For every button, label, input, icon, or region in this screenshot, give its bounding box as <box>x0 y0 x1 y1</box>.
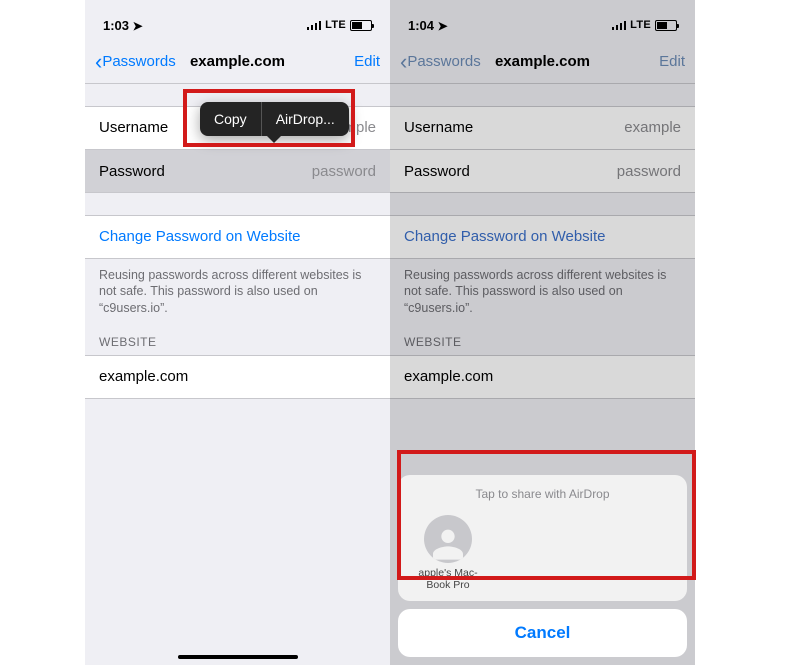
status-time-text: 1:04 <box>408 18 434 33</box>
back-label: Passwords <box>407 53 480 70</box>
airdrop-card: Tap to share with AirDrop apple's Mac-Bo… <box>398 475 687 601</box>
home-indicator[interactable] <box>178 655 298 659</box>
network-label: LTE <box>630 19 651 31</box>
row-value: password <box>617 163 681 180</box>
battery-icon <box>655 20 677 31</box>
edit-button[interactable]: Edit <box>354 53 380 70</box>
status-right: LTE <box>307 19 372 31</box>
status-time-text: 1:03 <box>103 18 129 33</box>
chevron-left-icon: ‹ <box>400 51 407 73</box>
row-label: Password <box>404 163 470 180</box>
row-value: example.com <box>99 368 188 385</box>
airdrop-sheet: Tap to share with AirDrop apple's Mac-Bo… <box>398 475 687 657</box>
status-bar: 1:03 ➤ LTE <box>85 0 390 40</box>
phone-right: 1:04 ➤ LTE ‹ Passwords example.com Edit … <box>390 0 695 665</box>
back-button[interactable]: ‹ Passwords <box>95 51 176 73</box>
back-label: Passwords <box>102 53 175 70</box>
username-row[interactable]: Username example <box>390 106 695 150</box>
airdrop-target-label: apple's Mac-Book Pro <box>418 567 477 591</box>
cancel-button[interactable]: Cancel <box>398 609 687 657</box>
signal-icon <box>307 20 322 30</box>
nav-bar: ‹ Passwords example.com Edit <box>390 40 695 84</box>
row-value: example.com <box>404 368 493 385</box>
menu-copy[interactable]: Copy <box>200 102 261 136</box>
chevron-left-icon: ‹ <box>95 51 102 73</box>
row-value: example <box>624 119 681 136</box>
section-header-website: WEBSITE <box>85 321 390 355</box>
signal-icon <box>612 20 627 30</box>
security-footer: Reusing passwords across different websi… <box>85 259 390 322</box>
row-label: Password <box>99 163 165 180</box>
change-password-link[interactable]: Change Password on Website <box>390 215 695 259</box>
phone-left: 1:03 ➤ LTE ‹ Passwords example.com Edit … <box>85 0 390 665</box>
section-header-website: WEBSITE <box>390 321 695 355</box>
status-bar: 1:04 ➤ LTE <box>390 0 695 40</box>
context-menu: Copy AirDrop... <box>200 102 349 136</box>
menu-airdrop[interactable]: AirDrop... <box>262 102 349 136</box>
row-value: password <box>312 163 376 180</box>
row-label: Username <box>99 119 168 136</box>
security-footer: Reusing passwords across different websi… <box>390 259 695 322</box>
sheet-title: Tap to share with AirDrop <box>408 487 677 501</box>
person-avatar-icon <box>424 515 472 563</box>
website-row[interactable]: example.com <box>85 355 390 399</box>
network-label: LTE <box>325 19 346 31</box>
website-row[interactable]: example.com <box>390 355 695 399</box>
nav-bar: ‹ Passwords example.com Edit <box>85 40 390 84</box>
airdrop-target[interactable]: apple's Mac-Book Pro <box>412 515 484 591</box>
location-arrow-icon: ➤ <box>438 19 448 33</box>
change-password-link[interactable]: Change Password on Website <box>85 215 390 259</box>
edit-button[interactable]: Edit <box>659 53 685 70</box>
password-row[interactable]: Password password <box>390 149 695 193</box>
status-time: 1:03 ➤ <box>103 18 143 33</box>
row-label: Username <box>404 119 473 136</box>
location-arrow-icon: ➤ <box>133 19 143 33</box>
link-label: Change Password on Website <box>404 228 606 245</box>
battery-icon <box>350 20 372 31</box>
password-row[interactable]: Password password <box>85 149 390 193</box>
link-label: Change Password on Website <box>99 228 301 245</box>
back-button[interactable]: ‹ Passwords <box>400 51 481 73</box>
status-time: 1:04 ➤ <box>408 18 448 33</box>
status-right: LTE <box>612 19 677 31</box>
